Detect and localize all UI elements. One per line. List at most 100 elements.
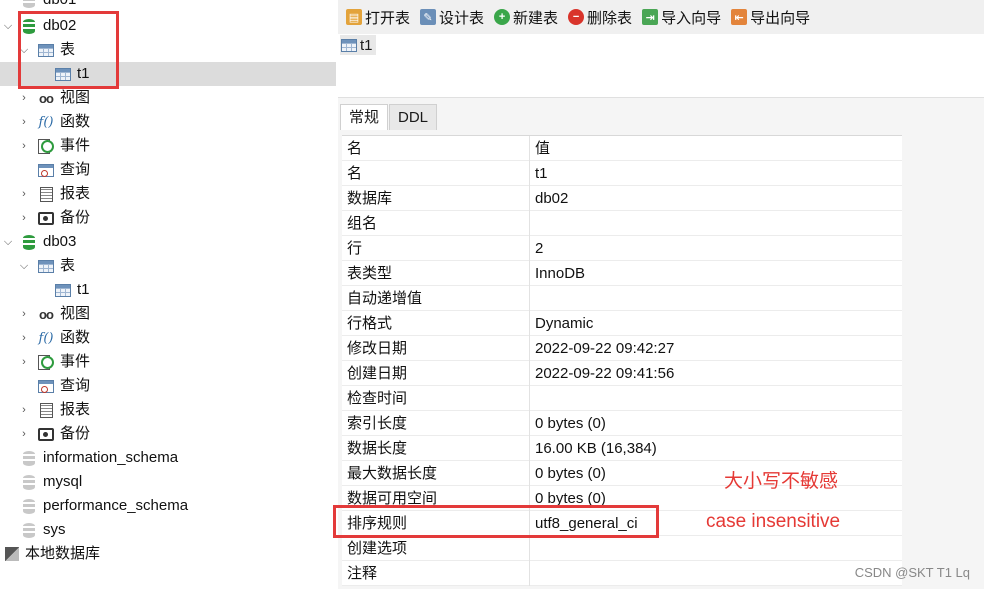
tree-node-label: 表 [60, 41, 76, 58]
design-table-button[interactable]: ✎ 设计表 [416, 4, 488, 30]
tree-node-db02-reports[interactable]: › 报表 [0, 182, 336, 206]
tree-node-performance-schema[interactable]: performance_schema [0, 494, 336, 518]
backup-icon [37, 206, 55, 230]
tree-node-label: t1 [77, 281, 90, 298]
property-name: 行格式 [342, 311, 530, 336]
navigation-tree: db01 ⌵ db02 ⌵ 表 t1 › oo 视图 › f() 函数 › 事件… [0, 0, 336, 589]
header-value: 值 [535, 140, 551, 157]
import-wizard-label: 导入向导 [661, 9, 722, 27]
tree-node-db03-functions[interactable]: › f() 函数 [0, 326, 336, 350]
chevron-right-icon[interactable]: › [18, 350, 30, 374]
property-name: 检查时间 [342, 386, 530, 411]
tree-node-db02-tables[interactable]: ⌵ 表 [0, 38, 336, 62]
tree-node-db02-events[interactable]: › 事件 [0, 134, 336, 158]
property-row[interactable]: 名 t1 [342, 161, 902, 186]
property-value [530, 386, 900, 411]
tree-node-label: 事件 [60, 353, 91, 370]
chevron-right-icon[interactable]: › [18, 206, 30, 230]
property-value: 0 bytes (0) [535, 490, 606, 507]
export-wizard-label: 导出向导 [750, 9, 811, 27]
tree-node-sys[interactable]: sys [0, 518, 336, 542]
tab-ddl[interactable]: DDL [389, 104, 438, 130]
property-value: 2022-09-22 09:41:56 [535, 365, 675, 382]
tree-node-db03-backups[interactable]: › 备份 [0, 422, 336, 446]
info-tabs: 常规 DDL [340, 104, 438, 130]
chevron-down-icon[interactable]: ⌵ [18, 38, 30, 62]
import-wizard-button[interactable]: ⇥ 导入向导 [638, 4, 725, 30]
property-row[interactable]: 创建选项 [342, 536, 902, 561]
query-icon [37, 374, 55, 398]
tree-node-db03-views[interactable]: › oo 视图 [0, 302, 336, 326]
property-row[interactable]: 索引长度 0 bytes (0) [342, 411, 902, 436]
new-table-button[interactable]: + 新建表 [490, 4, 562, 30]
database-icon [20, 446, 38, 470]
property-name: 最大数据长度 [342, 461, 530, 486]
delete-table-button[interactable]: − 删除表 [564, 4, 636, 30]
property-row[interactable]: 行2 [342, 236, 902, 261]
chevron-down-icon[interactable]: ⌵ [2, 230, 14, 254]
add-icon: + [494, 9, 511, 25]
chevron-down-icon[interactable]: ⌵ [18, 254, 30, 278]
property-row[interactable]: 创建日期 2022-09-22 09:41:56 [342, 361, 902, 386]
tree-node-label: 备份 [60, 425, 91, 442]
tree-node-local-database[interactable]: 本地数据库 [0, 542, 336, 566]
chevron-right-icon[interactable]: › [18, 134, 30, 158]
tree-node-label: 备份 [60, 209, 91, 226]
object-item-t1[interactable]: t1 [340, 35, 376, 55]
property-row[interactable]: 数据库 db02 [342, 186, 902, 211]
property-name: 注释 [342, 561, 530, 586]
property-row[interactable]: 表类型 InnoDB [342, 261, 902, 286]
property-value: 2 [535, 240, 544, 257]
chevron-right-icon[interactable]: › [18, 422, 30, 446]
open-table-button[interactable]: ▤ 打开表 [342, 4, 414, 30]
tree-node-db02-backups[interactable]: › 备份 [0, 206, 336, 230]
chevron-right-icon[interactable]: › [18, 86, 30, 110]
chevron-right-icon[interactable]: › [18, 182, 30, 206]
property-row[interactable]: 自动递增值 [342, 286, 902, 311]
property-name: 数据库 [342, 186, 530, 211]
tree-node-db01[interactable]: db01 [0, 0, 336, 12]
property-value: Dynamic [535, 315, 594, 332]
database-icon [20, 230, 38, 254]
tree-node-label: 事件 [60, 137, 91, 154]
tree-node-label: 查询 [60, 377, 91, 394]
property-row[interactable]: 数据长度 16.00 KB (16,384) [342, 436, 902, 461]
database-icon [20, 518, 38, 542]
function-icon: f() [38, 114, 54, 130]
chevron-right-icon[interactable]: › [18, 110, 30, 134]
export-wizard-button[interactable]: ⇤ 导出向导 [727, 4, 814, 30]
tree-node-db02-functions[interactable]: › f() 函数 [0, 110, 336, 134]
chevron-right-icon[interactable]: › [18, 326, 30, 350]
property-name: 修改日期 [342, 336, 530, 361]
chevron-right-icon[interactable]: › [18, 302, 30, 326]
property-row[interactable]: 检查时间 [342, 386, 902, 411]
chevron-right-icon[interactable]: › [18, 398, 30, 422]
property-value: 16.00 KB (16,384) [535, 440, 657, 457]
tree-node-information-schema[interactable]: information_schema [0, 446, 336, 470]
tree-node-db02[interactable]: ⌵ db02 [0, 14, 336, 38]
property-row[interactable]: 行格式 Dynamic [342, 311, 902, 336]
tree-node-mysql[interactable]: mysql [0, 470, 336, 494]
property-value: InnoDB [535, 265, 586, 282]
tree-node-db03-tables[interactable]: ⌵ 表 [0, 254, 336, 278]
property-row[interactable]: 组名 [342, 211, 902, 236]
tab-general[interactable]: 常规 [340, 104, 389, 130]
property-row[interactable]: 修改日期 2022-09-22 09:42:27 [342, 336, 902, 361]
annotation-case-insensitive-en: case insensitive [706, 511, 841, 532]
property-value [530, 211, 900, 236]
property-row[interactable]: 注释 [342, 561, 902, 586]
tree-node-db02-views[interactable]: › oo 视图 [0, 86, 336, 110]
tree-node-db02-queries[interactable]: 查询 [0, 158, 336, 182]
property-value [530, 286, 900, 311]
tree-node-db03-queries[interactable]: 查询 [0, 374, 336, 398]
tree-node-db02-t1[interactable]: t1 [0, 62, 336, 86]
tree-node-db03-reports[interactable]: › 报表 [0, 398, 336, 422]
property-value: t1 [535, 165, 548, 182]
chevron-down-icon[interactable]: ⌵ [2, 14, 14, 38]
tree-node-db03-events[interactable]: › 事件 [0, 350, 336, 374]
property-name: 名 [342, 161, 530, 186]
property-name: 行 [342, 236, 530, 261]
property-value: 0 bytes (0) [535, 415, 606, 432]
tree-node-db03-t1[interactable]: t1 [0, 278, 336, 302]
tree-node-db03[interactable]: ⌵ db03 [0, 230, 336, 254]
